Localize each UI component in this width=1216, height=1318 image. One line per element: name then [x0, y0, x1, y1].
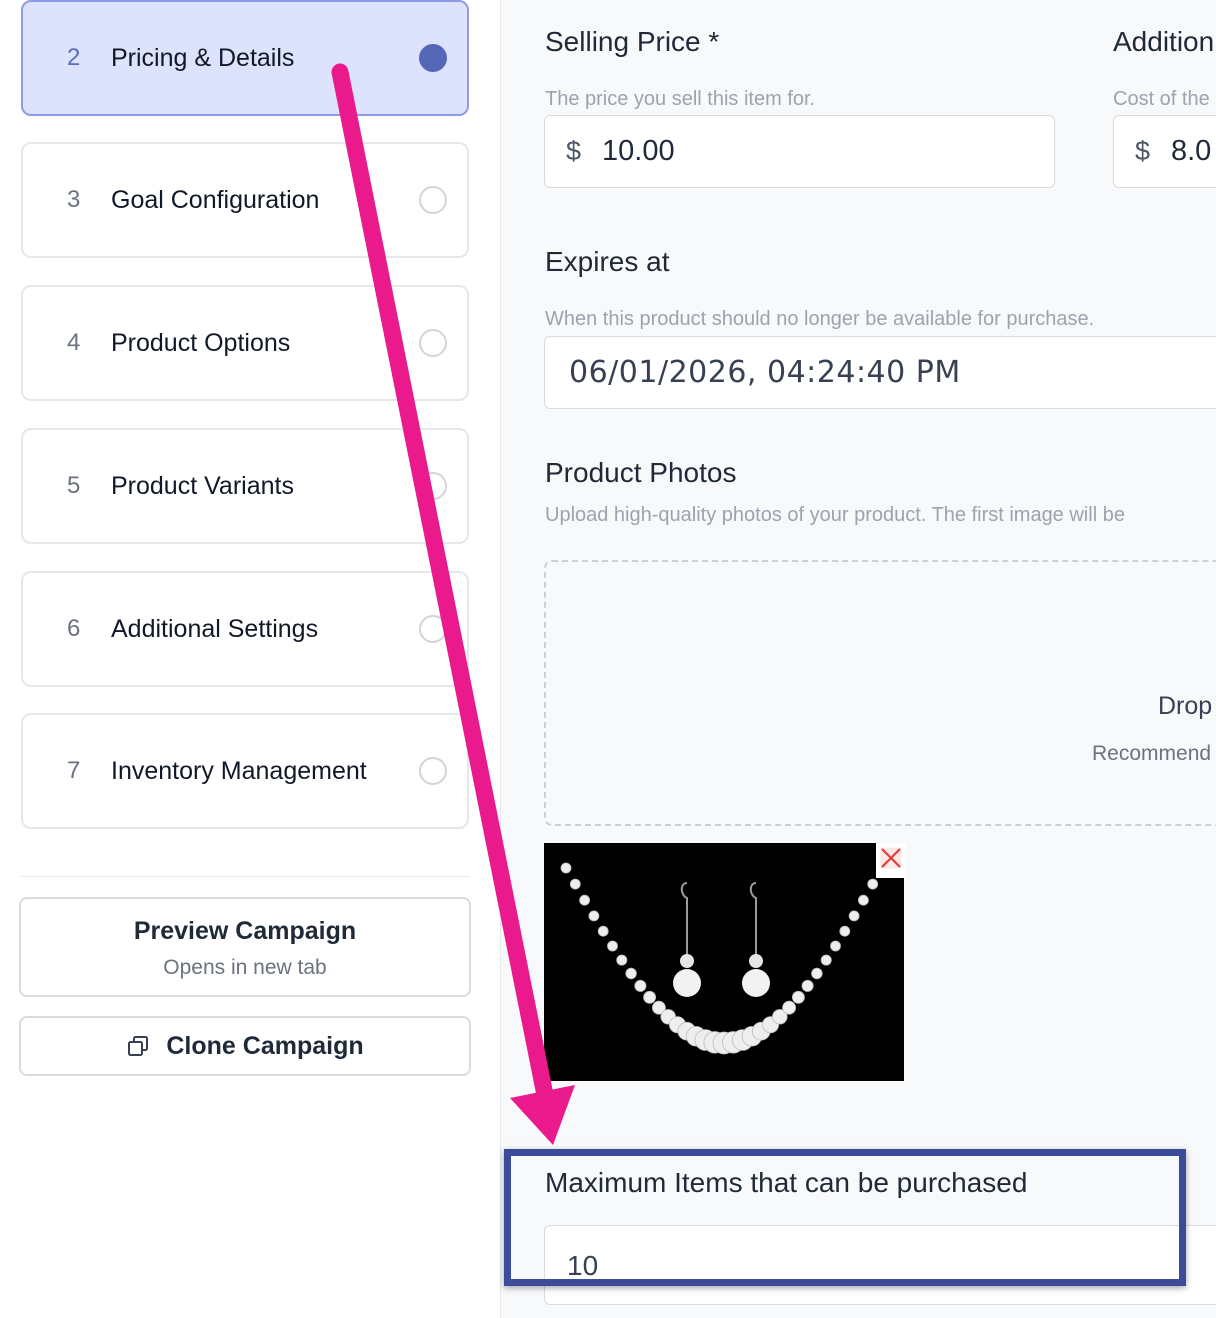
step-number: 5	[67, 472, 81, 499]
preview-campaign-button[interactable]: Preview Campaign Opens in new tab	[19, 897, 471, 997]
step-product-options[interactable]: 4 Product Options	[21, 285, 469, 401]
currency-symbol: $	[566, 136, 582, 166]
selling-price-label: Selling Price *	[545, 26, 720, 57]
step-label: Pricing & Details	[111, 43, 295, 72]
pearl-bead	[867, 878, 879, 890]
step-status-circle-icon	[419, 757, 447, 785]
pearl-bead	[782, 1000, 797, 1015]
pearl-bead	[801, 979, 814, 992]
step-status-dot-icon	[419, 44, 447, 72]
step-label: Product Variants	[111, 471, 294, 500]
step-number: 7	[67, 757, 81, 784]
step-label: Goal Configuration	[111, 185, 320, 214]
dropzone-subtext: Recommend	[1092, 742, 1212, 765]
selling-price-value: 10.00	[602, 135, 675, 167]
product-photos-help: Upload high-quality photos of your produ…	[545, 504, 1125, 526]
photo-dropzone[interactable]: Drop Recommend	[544, 560, 1216, 826]
sidebar-divider	[21, 876, 470, 877]
clone-campaign-button[interactable]: Clone Campaign	[19, 1016, 471, 1076]
step-label: Product Options	[111, 328, 291, 357]
pearl-bead	[634, 979, 647, 992]
pearl-bead	[820, 954, 832, 966]
expires-at-input[interactable]: 06/01/2026, 04:24:40 PM	[544, 336, 1216, 409]
pearl-bead	[607, 940, 618, 952]
max-items-label: Maximum Items that can be purchased	[545, 1167, 1028, 1198]
step-pricing-details[interactable]: 2 Pricing & Details	[21, 0, 469, 116]
expires-at-label: Expires at	[545, 246, 670, 277]
currency-symbol: $	[1135, 136, 1151, 166]
max-items-value: 10	[567, 1250, 599, 1281]
close-icon	[880, 847, 902, 869]
step-number: 2	[67, 44, 81, 71]
product-photo-thumbnail	[544, 843, 904, 1081]
step-number: 4	[67, 329, 81, 356]
pearl-bead	[560, 862, 572, 874]
preview-campaign-title: Preview Campaign	[133, 917, 357, 945]
expires-at-help: When this product should no longer be av…	[545, 308, 1095, 330]
dropzone-text: Drop	[1158, 692, 1213, 720]
step-product-variants[interactable]: 5 Product Variants	[21, 428, 469, 544]
step-status-circle-icon	[419, 329, 447, 357]
step-sidebar: 2 Pricing & Details 3 Goal Configuration…	[0, 0, 501, 1318]
remove-photo-button[interactable]	[876, 843, 906, 878]
clone-icon	[128, 1036, 149, 1056]
selling-price-input[interactable]: $ 10.00	[544, 115, 1055, 188]
pearl-bead	[830, 940, 841, 952]
additional-cost-help: Cost of the	[1113, 88, 1210, 110]
selling-price-help: The price you sell this item for.	[545, 88, 816, 110]
pearl-bead	[625, 967, 637, 980]
preview-campaign-subtitle: Opens in new tab	[163, 956, 327, 979]
step-status-circle-icon	[419, 472, 447, 500]
expires-at-value: 06/01/2026, 04:24:40 PM	[569, 355, 961, 390]
pearl-bead	[643, 990, 656, 1004]
pearl-bead	[791, 990, 805, 1004]
step-number: 6	[67, 615, 81, 642]
additional-cost-label: Addition	[1113, 26, 1215, 57]
pearl-bead	[857, 894, 869, 906]
step-label: Inventory Management	[111, 756, 367, 785]
pearl-bead	[839, 925, 851, 937]
step-status-circle-icon	[419, 186, 447, 214]
pearl-bead	[811, 967, 823, 980]
pearl-bead	[848, 910, 860, 922]
max-items-input[interactable]: 10	[544, 1225, 1216, 1305]
additional-cost-input[interactable]: $ 8.0	[1113, 115, 1216, 188]
step-goal-configuration[interactable]: 3 Goal Configuration	[21, 142, 469, 258]
step-number: 3	[67, 186, 81, 213]
pearl-bead	[616, 954, 628, 966]
pricing-details-form: Selling Price * The price you sell this …	[501, 0, 1216, 1318]
product-photos-label: Product Photos	[545, 457, 737, 488]
pearl-bead	[588, 910, 600, 922]
additional-cost-value: 8.0	[1171, 135, 1212, 167]
pearl-bead	[579, 894, 590, 906]
step-inventory-management[interactable]: 7 Inventory Management	[21, 713, 469, 829]
clone-campaign-label: Clone Campaign	[166, 1031, 364, 1060]
step-label: Additional Settings	[111, 614, 319, 643]
pearl-bead	[597, 925, 609, 937]
step-additional-settings[interactable]: 6 Additional Settings	[21, 571, 469, 687]
pearl-bead	[569, 878, 581, 890]
step-status-circle-icon	[419, 615, 447, 643]
